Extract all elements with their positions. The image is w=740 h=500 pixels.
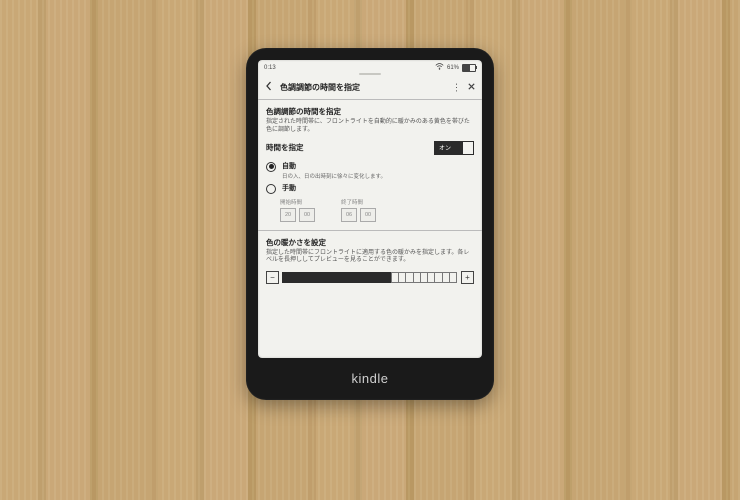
section-heading: 色調調節の時間を指定 [266,106,474,117]
toggle-label: オン [434,143,451,152]
battery-icon [462,64,476,72]
manual-times: 開始時間 20 00 終了時間 06 00 [280,198,474,222]
close-icon[interactable] [467,82,476,93]
start-min-input[interactable]: 00 [299,208,315,222]
warmth-minus-button[interactable]: − [266,271,279,284]
back-icon[interactable] [264,81,274,94]
warmth-track[interactable] [283,272,457,283]
option-auto-label: 自動 [282,163,296,170]
page-header: 色調調節の時間を指定 ⋯ [258,78,482,100]
radio-auto[interactable] [266,162,276,172]
warmth-seg[interactable] [449,272,457,283]
option-auto[interactable]: 自動 日の入、日の出時刻に徐々に変化します。 [266,161,474,180]
kebab-menu-icon[interactable]: ⋯ [451,83,462,93]
battery-pct: 61% [447,65,459,71]
wood-surface: kindle 0:13 61% 色調調節の時間を指定 ⋯ [0,0,740,500]
section-desc: 指定された時間帯に、フロントライトを自動的に暖かみのある黄色を帯びた色に調節しま… [266,119,474,135]
end-min-input[interactable]: 00 [360,208,376,222]
drag-handle-icon[interactable] [359,73,381,75]
kindle-screen: 0:13 61% 色調調節の時間を指定 ⋯ [258,60,482,358]
start-caption: 開始時間 [280,198,315,206]
toggle-knob [463,142,473,154]
option-auto-sub: 日の入、日の出時刻に徐々に変化します。 [282,172,386,180]
radio-manual[interactable] [266,184,276,194]
kindle-device: kindle 0:13 61% 色調調節の時間を指定 ⋯ [246,48,494,400]
warmth-heading: 色の暖かさを設定 [266,237,474,248]
end-hour-input[interactable]: 06 [341,208,357,222]
warmth-desc: 指定した時間帯にフロントライトに適用する色の暖かみを指定します。各レベルを長押し… [266,250,474,266]
warmth-plus-button[interactable]: + [461,271,474,284]
end-caption: 終了時間 [341,198,376,206]
content-area: 色調調節の時間を指定 指定された時間帯に、フロントライトを自動的に暖かみのある黄… [258,100,482,292]
page-title: 色調調節の時間を指定 [280,82,445,93]
wifi-icon [435,63,444,72]
schedule-label: 時間を指定 [266,142,304,153]
schedule-toggle-row: 時間を指定 オン [266,141,474,155]
option-manual[interactable]: 手動 [266,183,474,194]
status-bar: 0:13 61% [258,60,482,73]
option-manual-label: 手動 [282,183,296,194]
status-time: 0:13 [264,65,276,71]
schedule-toggle[interactable]: オン [434,141,474,155]
device-brand: kindle [246,371,494,386]
start-hour-input[interactable]: 20 [280,208,296,222]
warmth-slider: − + [266,271,474,284]
divider [258,230,482,231]
